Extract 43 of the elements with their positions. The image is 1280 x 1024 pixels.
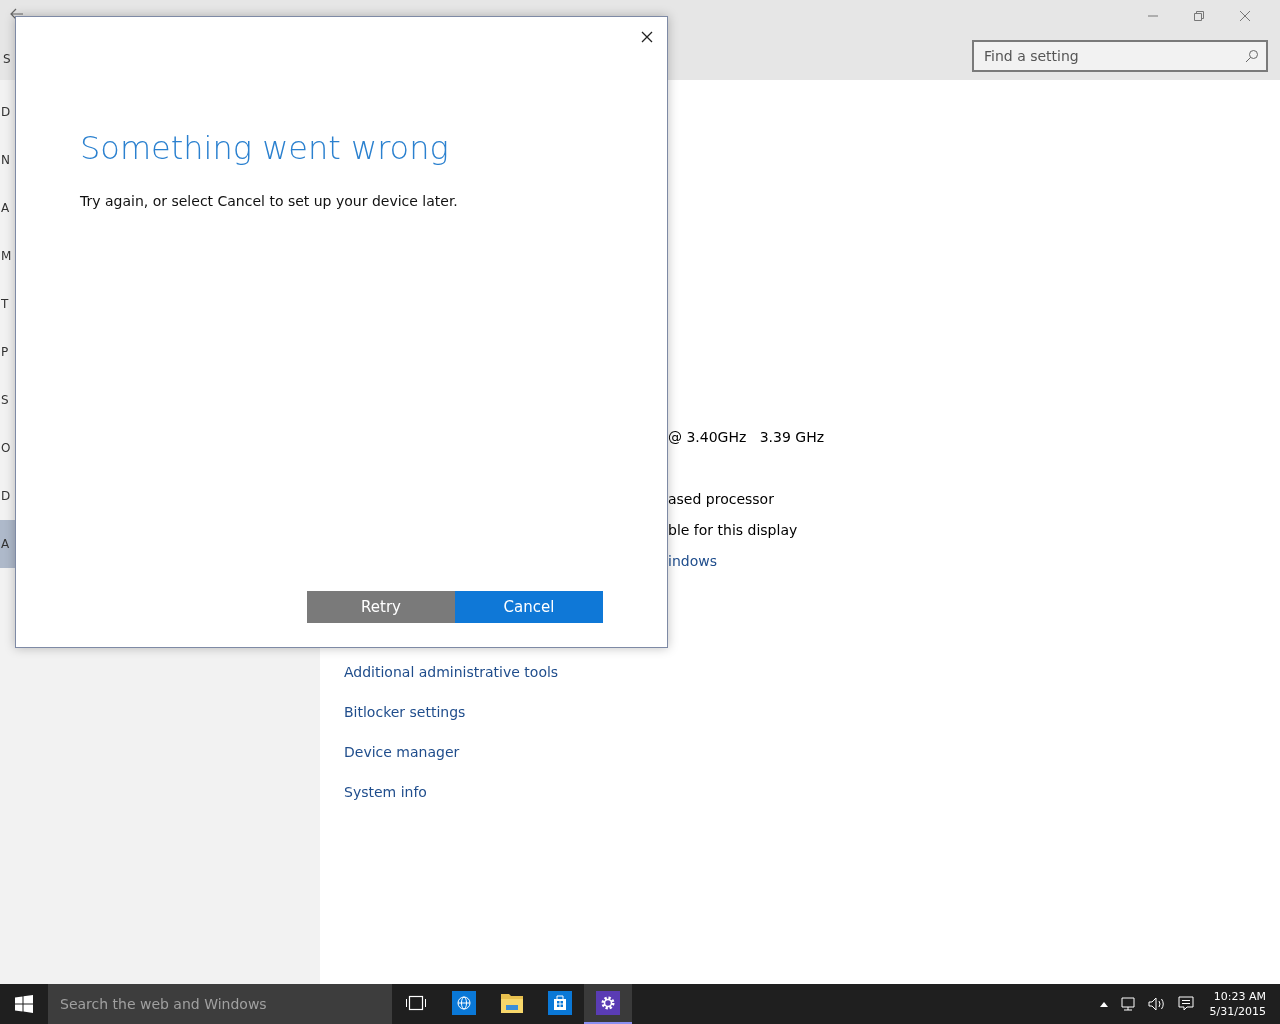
time-text: 10:23 AM (1213, 989, 1266, 1004)
close-icon (641, 31, 653, 43)
shopping-bag-icon (548, 991, 572, 1015)
link[interactable]: Additional administrative tools (344, 661, 559, 683)
cancel-button[interactable]: Cancel (455, 591, 603, 623)
globe-icon (452, 991, 476, 1015)
dialog-title: Something went wrong (80, 129, 449, 167)
date-text: 5/31/2015 (1209, 1004, 1266, 1019)
link[interactable]: Device manager (344, 741, 460, 763)
taskbar-button[interactable] (584, 984, 632, 1024)
close-icon (1240, 11, 1250, 21)
info-text: ble for this display (668, 521, 798, 540)
sidebar-item[interactable]: N (0, 136, 10, 184)
gear-icon (596, 991, 620, 1015)
sidebar-item[interactable]: O (0, 424, 11, 472)
taskbar-search-field[interactable]: Search the web and Windows (48, 984, 392, 1024)
back-arrow-icon[interactable] (10, 8, 24, 20)
search-field[interactable]: Find a setting (972, 40, 1268, 72)
windows-icon (15, 995, 33, 1013)
task-view-icon (405, 995, 427, 1011)
volume-icon[interactable] (1147, 996, 1166, 1012)
caret-up-icon[interactable] (1099, 1001, 1108, 1007)
sidebar-heading: S (3, 52, 11, 66)
search-icon (1245, 49, 1259, 63)
folder-icon (500, 992, 524, 1014)
link[interactable]: indows (668, 546, 717, 577)
sidebar-item[interactable]: S (0, 376, 9, 424)
sidebar-item[interactable]: D (0, 472, 11, 520)
message-icon[interactable] (1177, 996, 1194, 1012)
dialog-message: Try again, or select Cancel to set up your device later. (80, 193, 458, 209)
network-icon[interactable] (1119, 996, 1136, 1012)
sidebar-item[interactable]: D (0, 88, 11, 136)
info-text: @ 3.40GHz 3.39 GHz (668, 428, 825, 447)
retry-button[interactable]: Retry (307, 591, 455, 623)
info-text: ased processor (668, 490, 774, 509)
restore-icon (1194, 11, 1204, 21)
sidebar-item[interactable]: M (0, 232, 12, 280)
link[interactable]: System info (344, 781, 427, 803)
sidebar-item[interactable]: T (0, 280, 9, 328)
sidebar-item[interactable]: P (0, 328, 9, 376)
clock[interactable]: 10:23 AM 5/31/2015 (1209, 989, 1266, 1019)
sidebar-item[interactable]: A (0, 184, 10, 232)
link[interactable]: Bitlocker settings (344, 701, 466, 723)
